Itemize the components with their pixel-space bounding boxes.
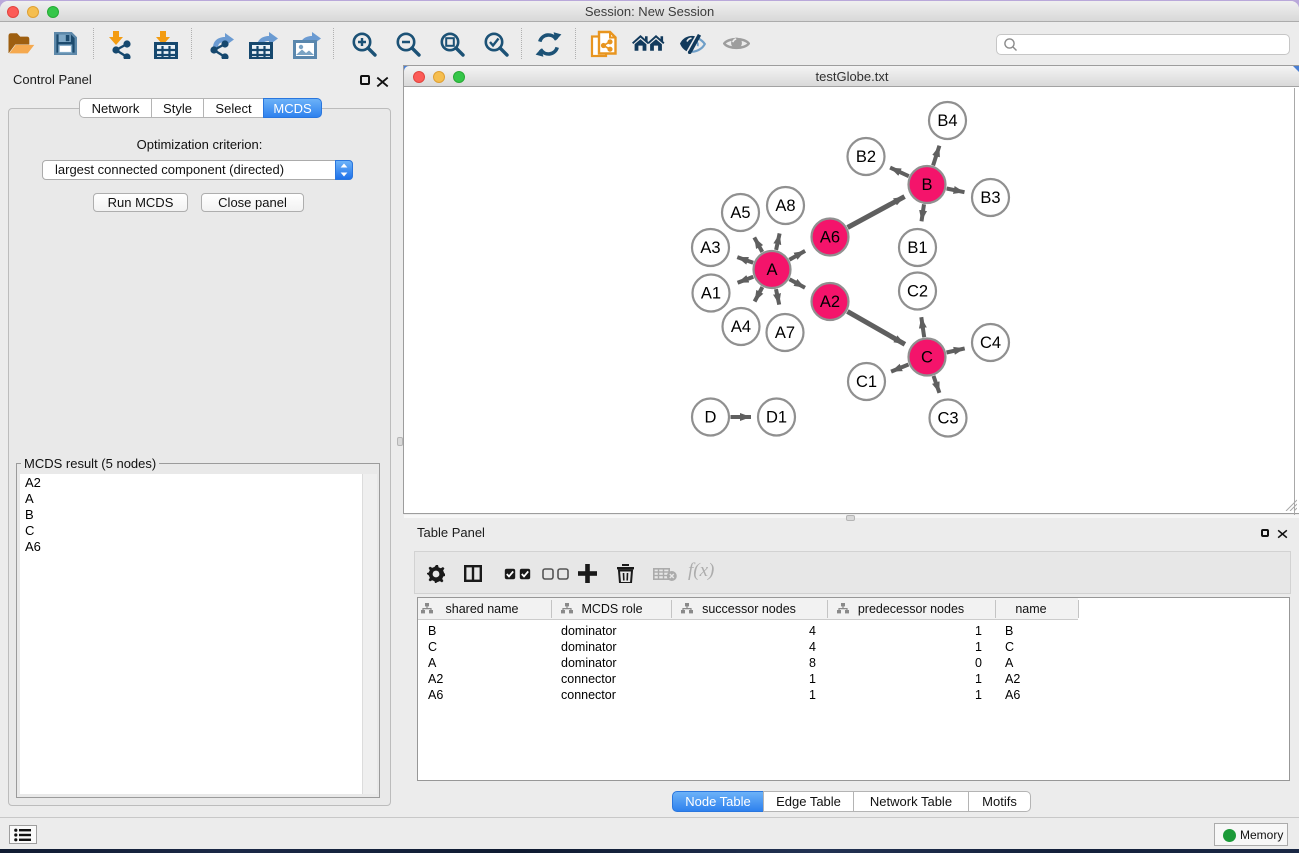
svg-text:A5: A5 (730, 204, 750, 222)
svg-text:B: B (921, 176, 932, 194)
svg-text:B3: B3 (980, 189, 1000, 207)
svg-text:C3: C3 (937, 410, 958, 428)
svg-text:A8: A8 (775, 197, 795, 215)
svg-text:A7: A7 (775, 324, 795, 342)
svg-text:D: D (705, 409, 717, 427)
svg-text:D1: D1 (766, 409, 787, 427)
svg-text:C4: C4 (980, 334, 1001, 352)
svg-text:C2: C2 (907, 283, 928, 301)
svg-text:B4: B4 (937, 112, 957, 130)
svg-text:A2: A2 (820, 293, 840, 311)
svg-text:C: C (921, 349, 933, 367)
svg-text:C1: C1 (856, 373, 877, 391)
svg-text:A3: A3 (700, 239, 720, 257)
svg-text:B1: B1 (907, 239, 927, 257)
svg-text:B2: B2 (856, 148, 876, 166)
svg-text:A1: A1 (701, 285, 721, 303)
svg-text:A6: A6 (820, 229, 840, 247)
svg-text:A4: A4 (731, 318, 751, 336)
svg-text:A: A (766, 261, 777, 279)
